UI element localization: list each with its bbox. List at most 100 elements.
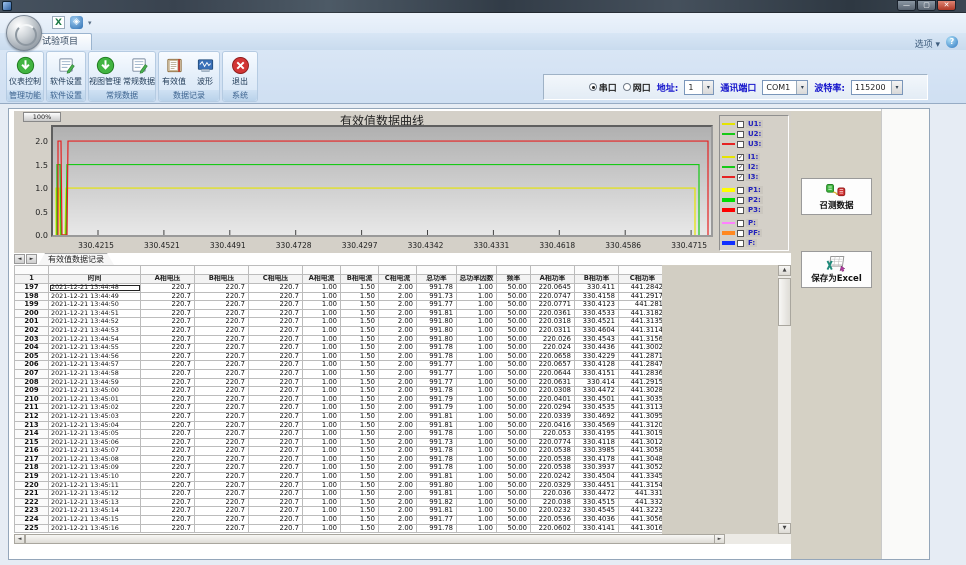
row-number[interactable]: 204 bbox=[15, 344, 49, 353]
table-row[interactable]: 2002021-12-21 13:44:51220.7220.7220.71.0… bbox=[15, 309, 663, 318]
cell-time[interactable]: 2021-12-21 13:44:48 bbox=[49, 284, 141, 293]
table-row[interactable]: 2242021-12-21 13:45:15220.7220.7220.71.0… bbox=[15, 516, 663, 525]
row-number[interactable]: 205 bbox=[15, 352, 49, 361]
row-number[interactable]: 212 bbox=[15, 412, 49, 421]
row-number[interactable]: 198 bbox=[15, 292, 49, 301]
row-number[interactable]: 219 bbox=[15, 473, 49, 482]
cell-time[interactable]: 2021-12-21 13:44:59 bbox=[49, 378, 141, 387]
view-management-button[interactable]: 视图管理 bbox=[89, 52, 121, 90]
qat-dropdown-icon[interactable]: ▾ bbox=[88, 19, 92, 27]
row-number[interactable]: 217 bbox=[15, 455, 49, 464]
table-row[interactable]: 2012021-12-21 13:44:52220.7220.7220.71.0… bbox=[15, 318, 663, 327]
table-row[interactable]: 2172021-12-21 13:45:08220.7220.7220.71.0… bbox=[15, 455, 663, 464]
row-number[interactable]: 214 bbox=[15, 430, 49, 439]
cell-time[interactable]: 2021-12-21 13:45:12 bbox=[49, 490, 141, 499]
vertical-scroll-thumb[interactable] bbox=[778, 278, 791, 326]
table-row[interactable]: 2232021-12-21 13:45:14220.7220.7220.71.0… bbox=[15, 507, 663, 516]
table-row[interactable]: 2132021-12-21 13:45:04220.7220.7220.71.0… bbox=[15, 421, 663, 430]
dropdown-arrow-icon[interactable]: ▾ bbox=[702, 81, 713, 94]
column-header[interactable]: C相功率 bbox=[619, 274, 663, 284]
cell-time[interactable]: 2021-12-21 13:44:51 bbox=[49, 309, 141, 318]
scroll-down-icon[interactable]: ▼ bbox=[778, 523, 791, 534]
legend-checkbox[interactable] bbox=[737, 240, 744, 247]
row-number[interactable]: 213 bbox=[15, 421, 49, 430]
serial-port-radio[interactable]: 串口 bbox=[589, 81, 617, 94]
table-row[interactable]: 2192021-12-21 13:45:10220.7220.7220.71.0… bbox=[15, 473, 663, 482]
table-row[interactable]: 1972021-12-21 13:44:48220.7220.7220.71.0… bbox=[15, 284, 663, 293]
legend-checkbox[interactable] bbox=[737, 187, 744, 194]
save-as-excel-button[interactable]: 保存为Excel bbox=[801, 251, 872, 288]
cell-time[interactable]: 2021-12-21 13:45:08 bbox=[49, 455, 141, 464]
table-row[interactable]: 1992021-12-21 13:44:50220.7220.7220.71.0… bbox=[15, 301, 663, 310]
row-number[interactable]: 220 bbox=[15, 481, 49, 490]
column-header[interactable]: C相电压 bbox=[249, 274, 303, 284]
table-row[interactable]: 1982021-12-21 13:44:49220.7220.7220.71.0… bbox=[15, 292, 663, 301]
table-row[interactable]: 2102021-12-21 13:45:01220.7220.7220.71.0… bbox=[15, 395, 663, 404]
horizontal-scrollbar[interactable]: ◄ ► bbox=[14, 534, 791, 544]
row-number[interactable]: 224 bbox=[15, 516, 49, 525]
exit-button[interactable]: 退出 bbox=[225, 52, 255, 90]
legend-checkbox[interactable] bbox=[737, 141, 744, 148]
table-row[interactable]: 2152021-12-21 13:45:06220.7220.7220.71.0… bbox=[15, 438, 663, 447]
column-header[interactable]: 频率 bbox=[497, 274, 531, 284]
table-row[interactable]: 2162021-12-21 13:45:07220.7220.7220.71.0… bbox=[15, 447, 663, 456]
cell-time[interactable]: 2021-12-21 13:45:05 bbox=[49, 430, 141, 439]
legend-checkbox[interactable]: ✓ bbox=[737, 154, 744, 161]
cell-time[interactable]: 2021-12-21 13:44:49 bbox=[49, 292, 141, 301]
legend-checkbox[interactable]: ✓ bbox=[737, 174, 744, 181]
cell-time[interactable]: 2021-12-21 13:45:07 bbox=[49, 447, 141, 456]
cell-time[interactable]: 2021-12-21 13:44:53 bbox=[49, 326, 141, 335]
column-header[interactable]: A相电压 bbox=[141, 274, 195, 284]
instrument-control-button[interactable]: 仪表控制 bbox=[8, 52, 42, 90]
legend-checkbox[interactable] bbox=[737, 220, 744, 227]
row-number[interactable]: 203 bbox=[15, 335, 49, 344]
table-row[interactable]: 2252021-12-21 13:45:16220.7220.7220.71.0… bbox=[15, 524, 663, 533]
column-header[interactable]: 时间 bbox=[49, 274, 141, 284]
row-number[interactable]: 201 bbox=[15, 318, 49, 327]
row-number[interactable]: 225 bbox=[15, 524, 49, 533]
net-port-radio[interactable]: 网口 bbox=[623, 81, 651, 94]
table-row[interactable]: 2042021-12-21 13:44:55220.7220.7220.71.0… bbox=[15, 344, 663, 353]
column-header[interactable]: A相功率 bbox=[531, 274, 575, 284]
table-row[interactable]: 2202021-12-21 13:45:11220.7220.7220.71.0… bbox=[15, 481, 663, 490]
app-quick-icon[interactable]: ◈ bbox=[70, 16, 83, 29]
cell-time[interactable]: 2021-12-21 13:45:04 bbox=[49, 421, 141, 430]
row-number[interactable]: 208 bbox=[15, 378, 49, 387]
legend-checkbox[interactable] bbox=[737, 197, 744, 204]
close-button[interactable]: ✕ bbox=[937, 0, 956, 11]
table-row[interactable]: 2182021-12-21 13:45:09220.7220.7220.71.0… bbox=[15, 464, 663, 473]
legend-checkbox[interactable] bbox=[737, 131, 744, 138]
table-row[interactable]: 2112021-12-21 13:45:02220.7220.7220.71.0… bbox=[15, 404, 663, 413]
cell-time[interactable]: 2021-12-21 13:44:56 bbox=[49, 352, 141, 361]
table-row[interactable]: 2222021-12-21 13:45:13220.7220.7220.71.0… bbox=[15, 498, 663, 507]
table-row[interactable]: 2212021-12-21 13:45:12220.7220.7220.71.0… bbox=[15, 490, 663, 499]
application-menu-orb[interactable] bbox=[6, 15, 42, 51]
table-row[interactable]: 2122021-12-21 13:45:03220.7220.7220.71.0… bbox=[15, 412, 663, 421]
row-number[interactable]: 216 bbox=[15, 447, 49, 456]
baud-rate-select[interactable]: 115200 ▾ bbox=[851, 80, 903, 95]
maximize-button[interactable]: ▢ bbox=[917, 0, 936, 11]
column-header[interactable]: A相电流 bbox=[303, 274, 341, 284]
table-row[interactable]: 2062021-12-21 13:44:57220.7220.7220.71.0… bbox=[15, 361, 663, 370]
row-number[interactable]: 202 bbox=[15, 326, 49, 335]
cell-time[interactable]: 2021-12-21 13:44:55 bbox=[49, 344, 141, 353]
row-number[interactable]: 223 bbox=[15, 507, 49, 516]
column-header[interactable]: B相电流 bbox=[341, 274, 379, 284]
sheet-next-icon[interactable]: ► bbox=[26, 254, 37, 264]
scroll-up-icon[interactable]: ▲ bbox=[778, 265, 791, 276]
sheet-tab-rms-record[interactable]: 有效值数据记录 bbox=[38, 253, 114, 265]
scroll-left-icon[interactable]: ◄ bbox=[14, 534, 25, 544]
cell-time[interactable]: 2021-12-21 13:45:03 bbox=[49, 412, 141, 421]
row-number[interactable]: 209 bbox=[15, 387, 49, 396]
legend-checkbox[interactable] bbox=[737, 121, 744, 128]
row-number[interactable]: 206 bbox=[15, 361, 49, 370]
table-row[interactable]: 2032021-12-21 13:44:54220.7220.7220.71.0… bbox=[15, 335, 663, 344]
cell-time[interactable]: 2021-12-21 13:45:10 bbox=[49, 473, 141, 482]
table-row[interactable]: 2092021-12-21 13:45:00220.7220.7220.71.0… bbox=[15, 387, 663, 396]
legend-checkbox[interactable] bbox=[737, 230, 744, 237]
cell-time[interactable]: 2021-12-21 13:44:50 bbox=[49, 301, 141, 310]
table-row[interactable]: 2052021-12-21 13:44:56220.7220.7220.71.0… bbox=[15, 352, 663, 361]
options-button[interactable]: 选项 ▾ bbox=[915, 37, 940, 50]
legend-checkbox[interactable]: ✓ bbox=[737, 164, 744, 171]
comm-port-select[interactable]: COM1 ▾ bbox=[762, 80, 808, 95]
